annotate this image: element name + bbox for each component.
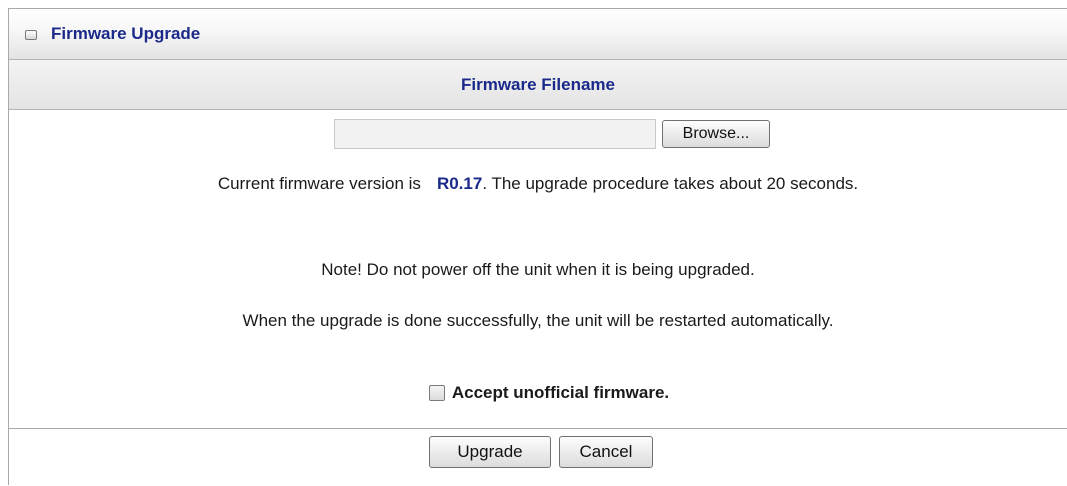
accept-unofficial-control[interactable]: Accept unofficial firmware. (428, 383, 669, 403)
window-icon (25, 29, 37, 40)
firmware-version-value: R0.17 (436, 174, 483, 193)
accept-unofficial-row: Accept unofficial firmware. (9, 383, 1067, 403)
file-select-row: Browse... (9, 119, 1067, 149)
firmware-file-input[interactable] (334, 119, 656, 149)
version-prefix: Current firmware version is (217, 174, 421, 193)
power-off-note: Note! Do not power off the unit when it … (321, 260, 755, 279)
firmware-version-line: Current firmware version is R0.17. The up… (9, 174, 1067, 194)
accept-unofficial-checkbox[interactable] (428, 385, 445, 401)
browse-button[interactable]: Browse... (662, 120, 770, 148)
upgrade-content: Browse... Current firmware version is R0.… (9, 110, 1067, 429)
accept-unofficial-label[interactable]: Accept unofficial firmware. (452, 383, 669, 403)
cancel-button[interactable]: Cancel (559, 436, 653, 468)
section-header: Firmware Filename (9, 60, 1067, 110)
action-bar: Upgrade Cancel (9, 429, 1067, 486)
upgrade-button[interactable]: Upgrade (429, 436, 551, 468)
panel-title: Firmware Upgrade (51, 24, 201, 43)
section-header-label: Firmware Filename (460, 74, 615, 94)
restart-note: When the upgrade is done successfully, t… (242, 311, 834, 330)
version-suffix: . The upgrade procedure takes about 20 s… (482, 174, 859, 193)
firmware-upgrade-panel: Firmware Upgrade Firmware Filename Brows… (8, 8, 1067, 485)
title-bar: Firmware Upgrade (9, 9, 1067, 60)
